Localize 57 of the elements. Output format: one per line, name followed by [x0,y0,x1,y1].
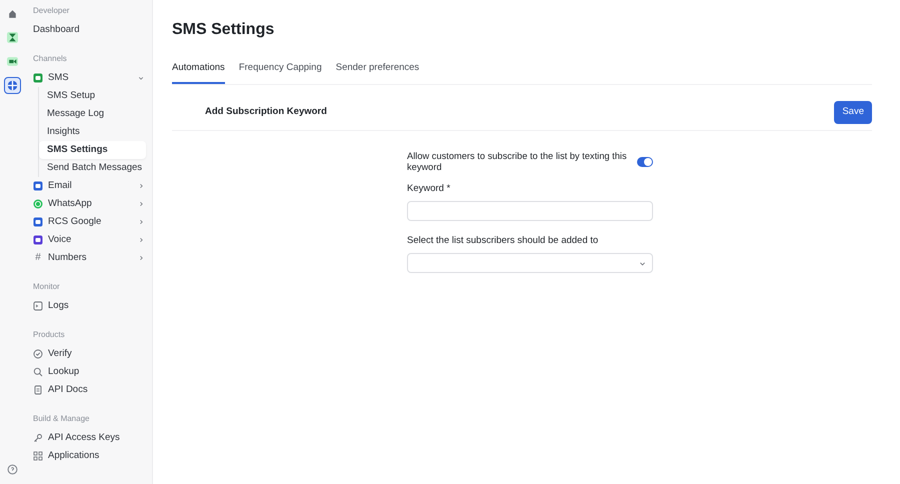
chevron-icon [138,219,144,225]
sidebar-item[interactable]: SMS [32,69,146,87]
sidebar-item[interactable]: # Numbers [32,249,146,267]
check-circle-icon [33,349,43,359]
section-heading: Build & Manage [33,413,90,425]
grid-icon [33,451,43,461]
chevron-icon [138,237,144,243]
section-heading: Developer [33,5,70,17]
hourglass-icon [6,32,18,43]
video-camera-icon [6,56,18,67]
tab[interactable]: Frequency Capping [238,61,322,84]
sidebar-subitem[interactable]: SMS Setup [39,87,146,105]
sidebar-item[interactable]: Applications [32,447,146,465]
sidebar-item[interactable]: Verify [32,345,146,363]
chevron-icon [138,75,144,81]
field-label: Select the list subscribers should be added to [407,234,600,248]
keyword-input-field[interactable] [407,201,653,222]
sidebar-item[interactable]: Dashboard [32,21,146,39]
sidebar-item[interactable]: API Docs [32,381,146,399]
sidebar-item[interactable]: API Access Keys [32,429,146,447]
page-title: SMS Settings [172,20,276,40]
sidebar-subitem[interactable]: SMS Settings [39,141,146,159]
sidebar-subitem[interactable]: Send Batch Messages [39,159,146,177]
save-button[interactable]: Save [834,101,872,124]
key-icon [33,433,43,443]
terminal-icon [33,301,43,311]
app-icon [33,73,43,83]
sidebar-item[interactable]: WhatsApp [32,195,146,213]
toggle-label: Allow customers to subscribe to the list by texting this keyword [407,150,628,174]
field-label: Keyword * [407,182,452,196]
sidebar-subitem[interactable]: Message Log [39,105,146,123]
app-icon [33,181,43,191]
search-icon [33,367,43,377]
chevron-icon [138,255,144,261]
section-heading: Channels [33,53,68,65]
sidebar-item[interactable]: Email [32,177,146,195]
sidebar-item[interactable]: Voice [32,231,146,249]
sidebar-item[interactable]: Logs [32,297,146,315]
chat-bubble-icon [33,199,43,209]
tab[interactable]: Sender preferences [336,61,420,84]
sidebar-item[interactable]: Lookup [32,363,146,381]
globe-icon [6,80,18,91]
section-title: Add Subscription Keyword [205,105,327,120]
hash-icon: # [33,253,43,263]
section-heading: Products [33,329,66,341]
chevron-icon [138,183,144,189]
rail-button[interactable] [4,77,20,94]
toggle-switch[interactable] [637,157,653,168]
chevron-icon [138,201,144,207]
sidebar-item[interactable]: RCS Google [32,213,146,231]
tab[interactable]: Automations [172,61,225,84]
section-heading: Monitor [33,281,61,293]
home-icon [6,8,18,19]
help-icon [6,464,18,475]
document-icon [33,385,43,395]
chevron-down-icon [639,260,646,267]
sidebar-subitem[interactable]: Insights [39,123,146,141]
